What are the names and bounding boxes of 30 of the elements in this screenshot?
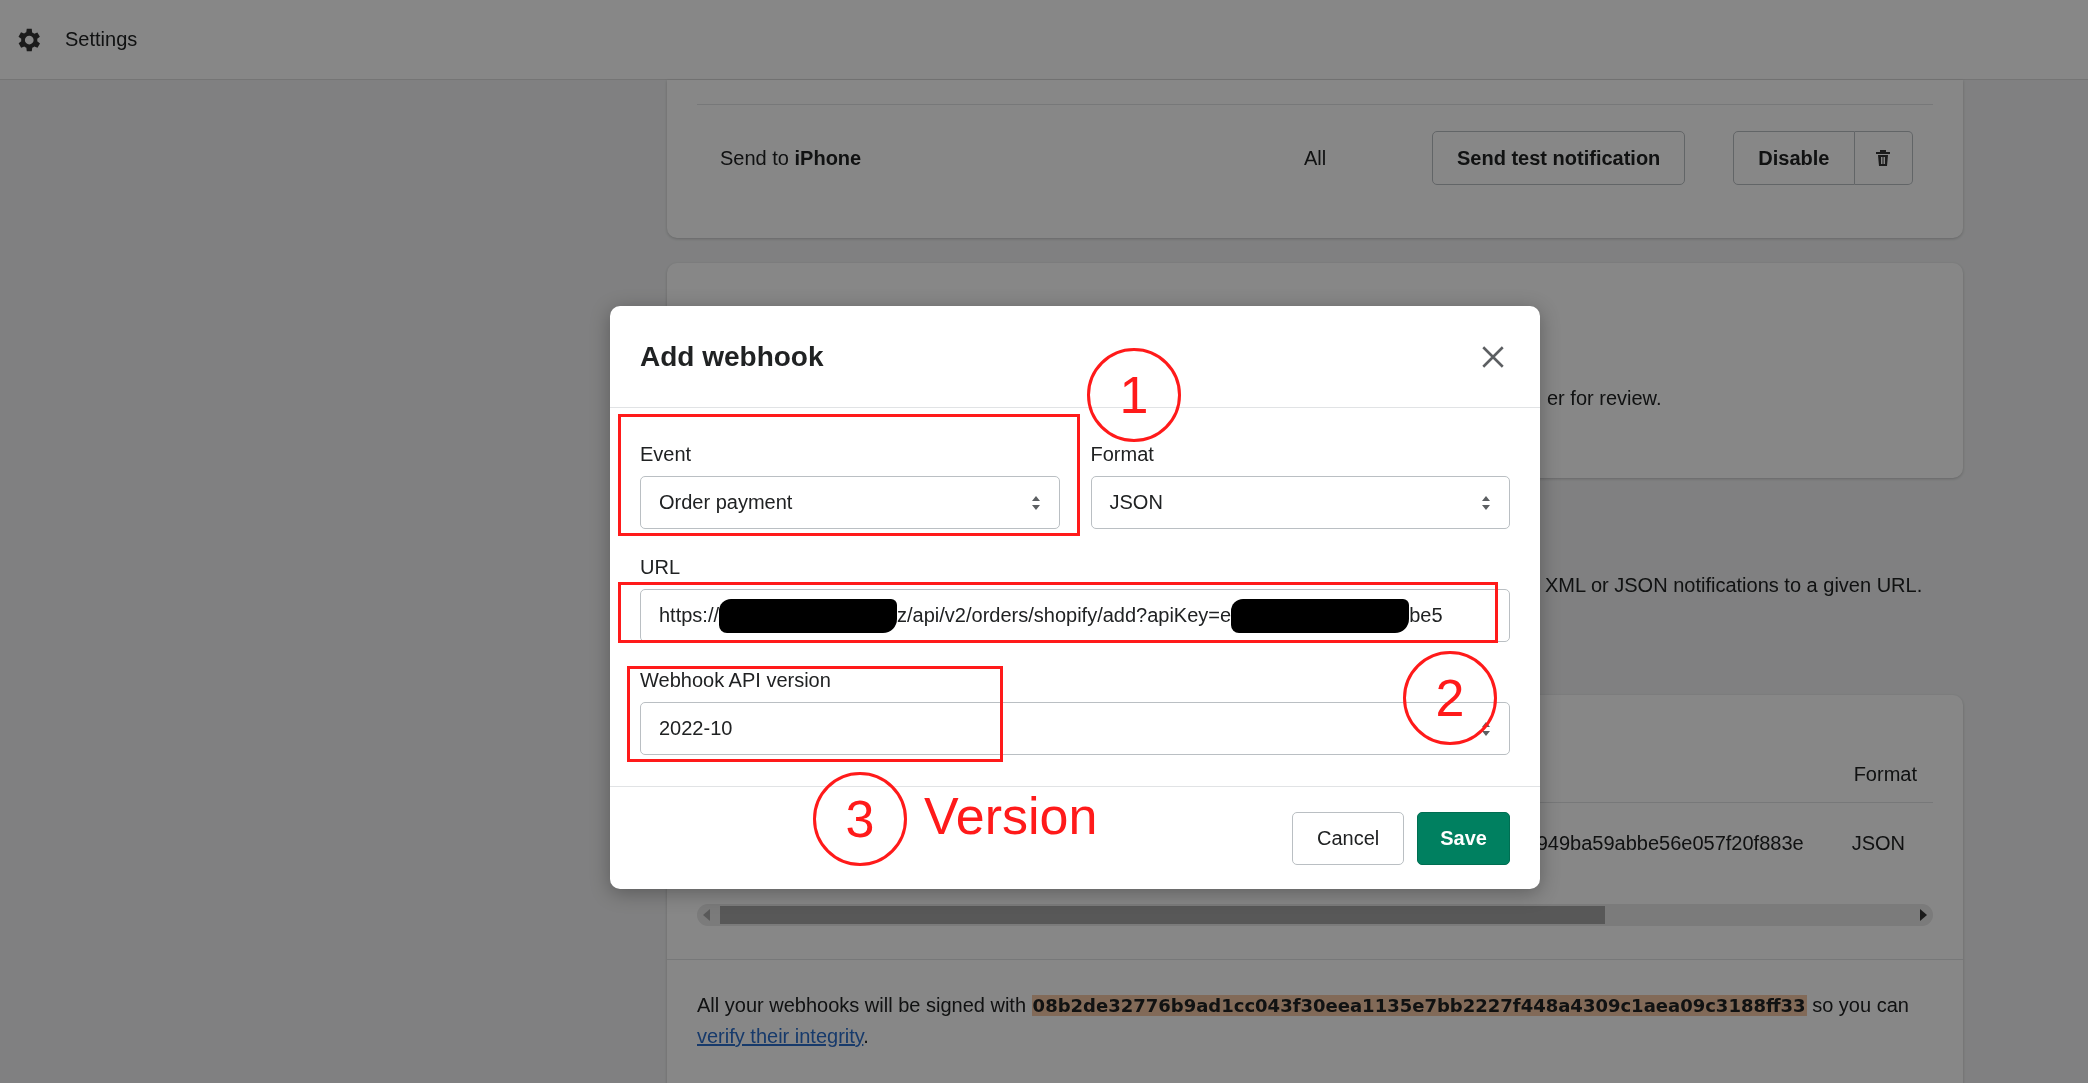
section-description: XML or JSON notifications to a given URL. — [1545, 574, 1923, 597]
step-number: 1 — [1087, 348, 1181, 442]
save-button[interactable]: Save — [1417, 811, 1510, 865]
dialog-title: Add webhook — [640, 340, 824, 373]
recipient-label: Send to iPhone — [720, 146, 863, 170]
signing-note: All your webhooks will be signed with 08b2de32776b9ad1cc043f30eea1135e7bb2227f448a4309c1aea09c3188ff33 so you can verify their integrity. — [697, 993, 1910, 1049]
horizontal-scrollbar[interactable] — [697, 904, 1933, 926]
table-cell: 949ba59abbe56e057f20f883e — [1536, 831, 1804, 855]
field-label: Event — [640, 442, 693, 466]
column-header: Format — [1853, 763, 1917, 786]
page-title: Settings — [65, 28, 138, 51]
table-cell: JSON — [1851, 831, 1905, 855]
event-scope: All — [1304, 146, 1328, 170]
trash-icon — [1873, 148, 1893, 168]
cancel-button[interactable]: Cancel — [1292, 811, 1405, 865]
card-description: er for review. — [1547, 387, 1662, 410]
event-select[interactable]: Order payment — [640, 476, 1060, 529]
field-label: URL — [640, 555, 681, 579]
select-arrows-icon — [1481, 494, 1491, 511]
field-label: Format — [1090, 442, 1155, 466]
field-label: Webhook API version — [640, 668, 832, 692]
url-field[interactable]: https:// z/api/v2/orders/shopify/add?apiKey=e be5 — [640, 589, 1510, 642]
delete-button[interactable] — [1854, 131, 1913, 185]
disable-button[interactable]: Disable — [1733, 131, 1855, 185]
step-number: 2 — [1403, 651, 1497, 745]
send-test-notification-button[interactable]: Send test notification — [1432, 131, 1686, 185]
step-number: 3 — [813, 772, 907, 866]
annotation-note: Version — [924, 786, 1098, 846]
format-select[interactable]: JSON — [1090, 476, 1510, 529]
select-arrows-icon — [1030, 494, 1041, 511]
